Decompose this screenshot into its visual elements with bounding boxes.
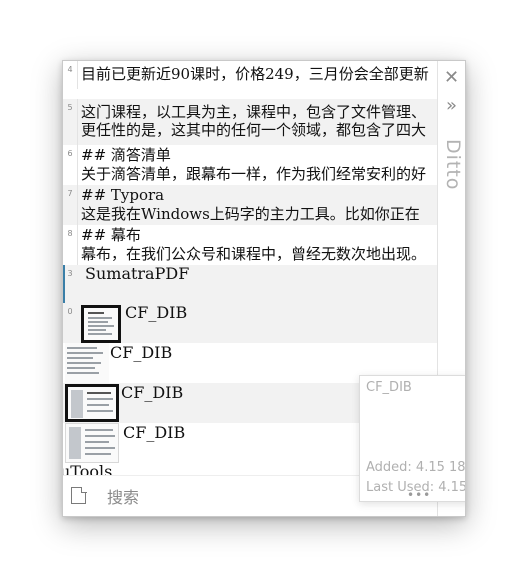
clip-text: 这门课程，以工具为主，课程中，包含了文件管理、: [81, 103, 427, 121]
clip-index: 5: [67, 103, 73, 112]
clip-text: 更任性的是，这其中的任何一个领域，都包含了四大: [81, 121, 427, 139]
clip-index: 7: [67, 189, 73, 198]
clip-index: 8: [67, 229, 73, 238]
clip-format-label: CF_DIB: [110, 343, 173, 362]
clip-index: 3: [67, 269, 73, 278]
clip-thumbnail: [65, 343, 109, 383]
clip-row-image[interactable]: 0 CF_DIB: [63, 303, 438, 343]
clip-row[interactable]: 7 ## Typora 这是我在Windows上码字的主力工具。比如你正在: [63, 185, 438, 225]
clip-row-selected[interactable]: 3 SumatraPDF: [63, 265, 438, 303]
tooltip-title: CF_DIB: [366, 380, 412, 395]
clip-text: SumatraPDF: [85, 265, 190, 283]
clip-index: 4: [67, 65, 73, 74]
clip-tooltip: CF_DIB Added: 4.15 18: Last Used: 4.15: [359, 375, 466, 502]
clip-text: ## 滴答清单: [81, 146, 171, 164]
clip-format-label: CF_DIB: [123, 423, 186, 442]
clip-thumbnail: [65, 384, 119, 422]
clip-text: ## Typora: [81, 186, 165, 204]
clip-index: 0: [67, 307, 73, 316]
clip-row[interactable]: 8 ## 幕布 幕布，在我们公众号和课程中，曾经无数次地出现。: [63, 225, 438, 265]
clip-index: 6: [67, 149, 73, 158]
close-icon[interactable]: ✕: [438, 63, 465, 93]
clip-text: ## 幕布: [81, 226, 141, 244]
clip-row[interactable]: 6 ## 滴答清单 关于滴答清单，跟幕布一样，作为我们经常安利的好: [63, 145, 438, 185]
clip-row[interactable]: 5 这门课程，以工具为主，课程中，包含了文件管理、 更任性的是，这其中的任何一个…: [63, 99, 438, 145]
ditto-window: 4 目前已更新近90课时，价格249，三月份会全部更新 5 这门课程，以工具为主…: [62, 60, 466, 517]
resize-grip-icon[interactable]: •••: [407, 488, 431, 502]
clip-format-label: CF_DIB: [121, 383, 184, 402]
expand-icon[interactable]: »: [438, 91, 465, 121]
clip-row[interactable]: 4 目前已更新近90课时，价格249，三月份会全部更新: [63, 61, 438, 89]
clip-thumbnail: [65, 423, 119, 463]
search-icon[interactable]: [71, 486, 87, 504]
clip-thumbnail: [81, 305, 121, 343]
search-input[interactable]: [105, 484, 359, 510]
app-title: Ditto: [442, 139, 464, 191]
clip-text: 幕布，在我们公众号和课程中，曾经无数次地出现。: [81, 245, 427, 263]
tooltip-added: Added: 4.15 18:: [366, 460, 466, 475]
clip-text: 关于滴答清单，跟幕布一样，作为我们经常安利的好: [81, 165, 427, 183]
clip-format-label: CF_DIB: [125, 303, 188, 322]
clip-text: 这是我在Windows上码字的主力工具。比如你正在: [81, 205, 420, 223]
clip-text: 目前已更新近90课时，价格249，三月份会全部更新: [81, 65, 429, 83]
